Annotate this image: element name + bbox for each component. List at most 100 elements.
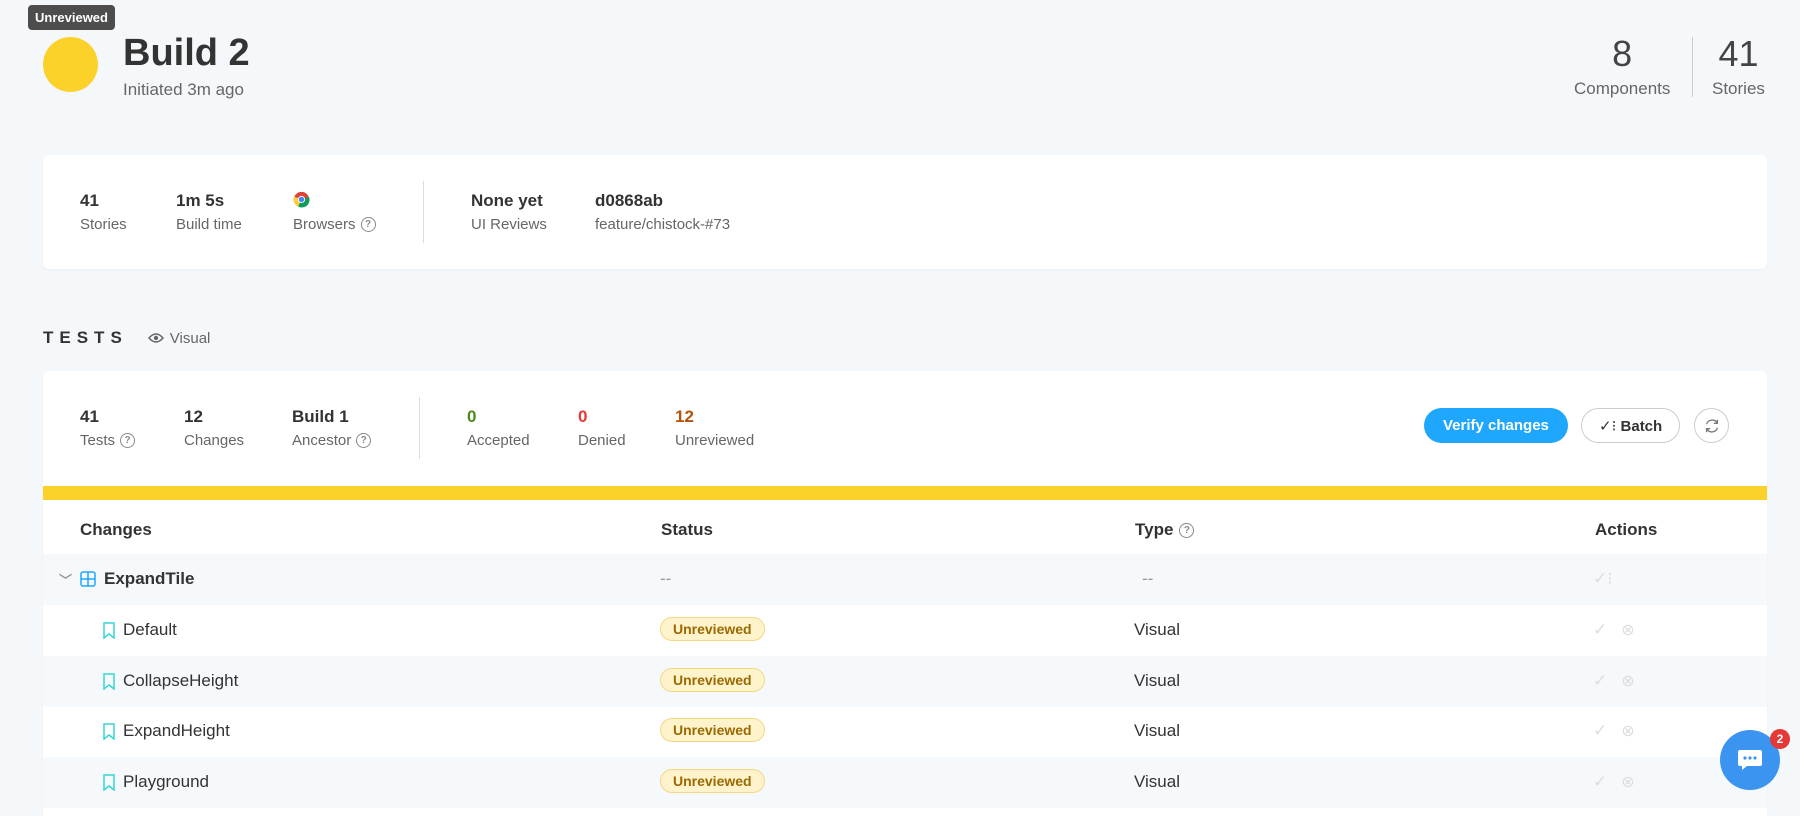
story-name: Playground [123, 772, 210, 791]
tests-section-header: TESTS Visual [43, 328, 210, 348]
row-actions: ✓ ⊗ [1593, 772, 1635, 792]
help-icon[interactable]: ? [360, 217, 376, 232]
chevron-down-icon[interactable]: ﹀ [59, 570, 72, 589]
build-initiated-time: Initiated 3m ago [123, 80, 244, 99]
status-cell: Unreviewed [660, 718, 765, 742]
status-badge: Unreviewed [660, 718, 765, 742]
group-type: -- [1142, 569, 1154, 588]
row-actions: ✓ ⊗ [1593, 721, 1635, 741]
browsers-label-text: Browsers [293, 216, 356, 233]
stat-denied: 0 Denied [578, 407, 626, 449]
story-name-cell: ExpandHeight [103, 721, 230, 741]
help-icon[interactable]: ? [120, 433, 136, 448]
row-actions: ✓ ⊗ [1593, 671, 1635, 691]
info-divider [423, 181, 424, 243]
branch-name: feature/chistock-#73 [595, 216, 731, 233]
stat-build-time-value: 1m 5s [176, 191, 225, 210]
tests-label-wrap: Tests ? [80, 432, 136, 449]
stat-ancestor: Build 1 Ancestor ? [292, 407, 372, 449]
header-divider [1692, 37, 1693, 97]
accepted-value: 0 [467, 407, 477, 426]
stat-accepted: 0 Accepted [467, 407, 530, 449]
tests-value: 41 [80, 407, 99, 426]
status-badge: Unreviewed [660, 668, 765, 692]
deny-icon[interactable]: ⊗ [1621, 721, 1634, 741]
tests-card: 41 Tests ? 12 Changes Build 1 Ancestor ?… [43, 371, 1767, 816]
batch-accept-icon[interactable]: ✓⁝ [1593, 569, 1613, 589]
deny-icon[interactable]: ⊗ [1621, 671, 1634, 691]
deny-icon[interactable]: ⊗ [1621, 620, 1634, 640]
header-status: Status [661, 520, 713, 539]
accept-icon[interactable]: ✓ [1593, 620, 1607, 640]
status-tooltip: Unreviewed [28, 5, 115, 30]
ancestor-label: Ancestor [292, 432, 352, 449]
group-name: ExpandTile [104, 569, 195, 588]
ui-reviews-label: UI Reviews [471, 216, 547, 233]
table-header: Changes Status Type ? Actions [43, 500, 1767, 554]
batch-check-icon: ✓⁝ [1599, 417, 1621, 435]
ancestor-link[interactable]: Build 1 [292, 407, 371, 427]
stat-changes: 12 Changes [184, 407, 244, 449]
denied-label: Denied [578, 432, 626, 449]
components-stat: 8 Components [1574, 33, 1670, 99]
tests-label: Tests [80, 432, 116, 449]
group-name-cell: ﹀ ExpandTile [59, 569, 194, 589]
help-icon[interactable]: ? [356, 433, 372, 448]
build-info-card: 41 Stories 1m 5s Build time Browsers ? N… [43, 155, 1767, 269]
components-label: Components [1574, 79, 1671, 98]
story-name: Default [123, 620, 177, 639]
header-type-label: Type [1135, 520, 1174, 539]
type-cell: Visual [1134, 620, 1180, 639]
accept-icon[interactable]: ✓ [1593, 772, 1607, 792]
batch-button[interactable]: ✓⁝ Batch [1581, 408, 1681, 443]
stat-browsers: Browsers ? [293, 191, 376, 233]
type-cell: Visual [1134, 721, 1180, 740]
header-actions: Actions [1595, 520, 1658, 539]
visual-mode-tag: Visual [147, 330, 210, 347]
type-cell: Visual [1134, 772, 1180, 791]
table-row[interactable]: CollapseHeight Unreviewed Visual ✓ ⊗ [43, 656, 1767, 707]
header-type: Type ? [1135, 520, 1195, 540]
status-badge: Unreviewed [660, 617, 765, 641]
page-title: Build 2 [123, 32, 250, 74]
bookmark-icon [103, 672, 115, 690]
story-name-cell: Default [103, 620, 177, 640]
accepted-label: Accepted [467, 432, 530, 449]
changes-value: 12 [184, 407, 203, 426]
denied-value: 0 [578, 407, 588, 426]
table-row[interactable]: Playground Unreviewed Visual ✓ ⊗ [43, 757, 1767, 808]
deny-icon[interactable]: ⊗ [1621, 772, 1634, 792]
ui-reviews-value: None yet [471, 191, 543, 210]
accept-icon[interactable]: ✓ [1593, 721, 1607, 741]
bookmark-icon [103, 621, 115, 639]
commit-link[interactable]: d0868ab [595, 191, 730, 211]
eye-icon [147, 333, 164, 343]
refresh-button[interactable] [1694, 408, 1729, 443]
table-row[interactable]: Default Unreviewed Visual ✓ ⊗ [43, 605, 1767, 656]
unreviewed-value: 12 [675, 407, 694, 426]
table-row[interactable]: ExpandHeight Unreviewed Visual ✓ ⊗ [43, 706, 1767, 757]
stories-stat: 41 Stories [1712, 33, 1765, 99]
verify-changes-button[interactable]: Verify changes [1424, 408, 1568, 443]
batch-button-label: Batch [1620, 417, 1663, 435]
stat-stories-label: Stories [80, 216, 127, 233]
accept-icon[interactable]: ✓ [1593, 671, 1607, 691]
status-badge: Unreviewed [660, 769, 765, 793]
story-name: CollapseHeight [123, 671, 239, 690]
table-group-row[interactable]: ﹀ ExpandTile -- -- ✓⁝ [43, 554, 1767, 605]
build-status-indicator [43, 37, 98, 92]
stat-commit: d0868ab feature/chistock-#73 [595, 191, 730, 233]
status-cell: Unreviewed [660, 617, 765, 641]
chat-icon [1738, 750, 1762, 770]
story-name-cell: Playground [103, 772, 209, 792]
components-count: 8 [1612, 33, 1633, 74]
stat-build-time-label: Build time [176, 216, 242, 233]
refresh-icon [1705, 418, 1718, 433]
group-status: -- [660, 569, 672, 588]
story-name: ExpandHeight [123, 721, 230, 740]
help-icon[interactable]: ? [1179, 522, 1195, 538]
stories-label: Stories [1712, 79, 1765, 98]
row-actions: ✓ ⊗ [1593, 620, 1635, 640]
tests-title: TESTS [43, 328, 128, 347]
stat-ui-reviews: None yet UI Reviews [471, 191, 547, 233]
